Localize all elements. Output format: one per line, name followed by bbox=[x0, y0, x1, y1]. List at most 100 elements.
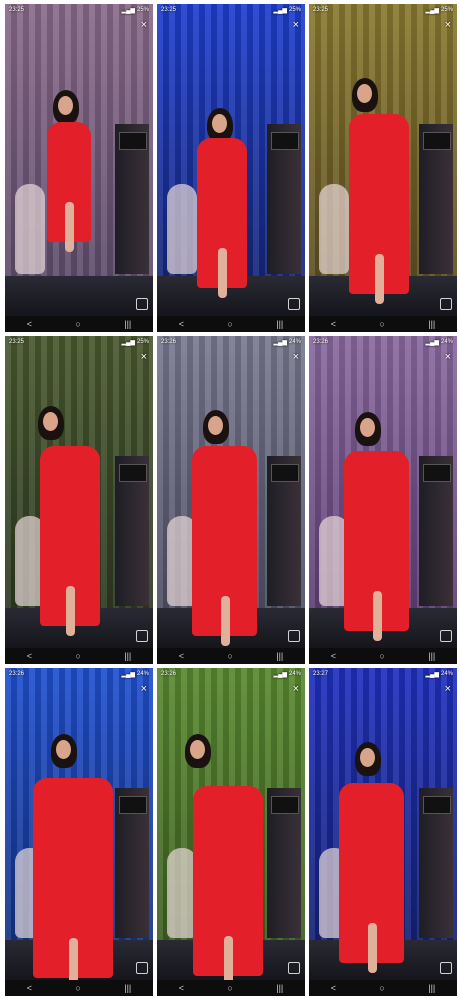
live-video-frame bbox=[157, 668, 305, 980]
floating-window-icon[interactable] bbox=[288, 962, 300, 974]
live-video-frame bbox=[309, 668, 457, 980]
recents-button[interactable]: ||| bbox=[276, 319, 283, 329]
performer-figure bbox=[157, 4, 305, 316]
close-icon[interactable]: × bbox=[141, 20, 147, 31]
home-button[interactable]: ○ bbox=[227, 651, 232, 661]
phone-screenshot: 23:25 ▂▄▆ 25% × < ○ ||| bbox=[309, 4, 457, 332]
home-button[interactable]: ○ bbox=[75, 319, 80, 329]
phone-screenshot: 23:26 ▂▄▆ 24% × < ○ ||| bbox=[157, 336, 305, 664]
live-video-frame bbox=[5, 668, 153, 980]
screenshot-grid: 23:25 ▂▄▆ 25% × < ○ ||| 23:25 ▂▄▆ 25% × < ○ ||| 23:25 ▂… bbox=[0, 0, 460, 999]
status-time: 23:25 bbox=[9, 7, 25, 13]
close-icon[interactable]: × bbox=[293, 20, 299, 31]
recents-button[interactable]: ||| bbox=[124, 983, 131, 993]
close-icon[interactable]: × bbox=[141, 352, 147, 363]
home-button[interactable]: ○ bbox=[379, 651, 384, 661]
recents-button[interactable]: ||| bbox=[124, 651, 131, 661]
status-time: 23:26 bbox=[313, 339, 329, 345]
battery-level: 25% bbox=[288, 7, 301, 13]
back-button[interactable]: < bbox=[179, 983, 184, 993]
home-button[interactable]: ○ bbox=[75, 651, 80, 661]
status-icons: ▂▄▆ 25% bbox=[122, 7, 150, 14]
home-button[interactable]: ○ bbox=[227, 319, 232, 329]
floating-window-icon[interactable] bbox=[136, 630, 148, 642]
status-time: 23:25 bbox=[313, 7, 329, 13]
home-button[interactable]: ○ bbox=[227, 983, 232, 993]
status-icons: ▂▄▆ 25% bbox=[122, 339, 150, 346]
back-button[interactable]: < bbox=[331, 651, 336, 661]
live-video-frame bbox=[157, 4, 305, 316]
live-video-frame bbox=[5, 336, 153, 648]
back-button[interactable]: < bbox=[179, 319, 184, 329]
face bbox=[56, 740, 71, 759]
signal-icon: ▂▄▆ bbox=[425, 7, 439, 14]
status-bar: 23:25 ▂▄▆ 25% bbox=[309, 4, 457, 16]
back-button[interactable]: < bbox=[179, 651, 184, 661]
phone-screenshot: 23:25 ▂▄▆ 25% × < ○ ||| bbox=[5, 4, 153, 332]
navigation-bar: < ○ ||| bbox=[309, 980, 457, 996]
live-video-frame bbox=[309, 336, 457, 648]
signal-icon: ▂▄▆ bbox=[121, 7, 135, 14]
leg bbox=[224, 936, 233, 980]
battery-level: 24% bbox=[440, 671, 453, 677]
status-icons: ▂▄▆ 24% bbox=[274, 339, 302, 346]
back-button[interactable]: < bbox=[27, 651, 32, 661]
phone-screenshot: 23:26 ▂▄▆ 24% × < ○ ||| bbox=[309, 336, 457, 664]
status-time: 23:26 bbox=[161, 339, 177, 345]
recents-button[interactable]: ||| bbox=[276, 983, 283, 993]
signal-icon: ▂▄▆ bbox=[121, 339, 135, 346]
face bbox=[212, 114, 227, 133]
face bbox=[43, 412, 58, 431]
floating-window-icon[interactable] bbox=[440, 962, 452, 974]
signal-icon: ▂▄▆ bbox=[121, 671, 135, 678]
status-bar: 23:26 ▂▄▆ 24% bbox=[157, 336, 305, 348]
recents-button[interactable]: ||| bbox=[428, 319, 435, 329]
home-button[interactable]: ○ bbox=[379, 983, 384, 993]
face bbox=[190, 740, 205, 759]
recents-button[interactable]: ||| bbox=[428, 983, 435, 993]
leg bbox=[218, 248, 227, 298]
leg bbox=[69, 938, 78, 980]
close-icon[interactable]: × bbox=[445, 352, 451, 363]
performer-figure bbox=[309, 4, 457, 316]
close-icon[interactable]: × bbox=[293, 684, 299, 695]
floating-window-icon[interactable] bbox=[440, 298, 452, 310]
recents-button[interactable]: ||| bbox=[276, 651, 283, 661]
back-button[interactable]: < bbox=[27, 319, 32, 329]
home-button[interactable]: ○ bbox=[379, 319, 384, 329]
status-bar: 23:26 ▂▄▆ 24% bbox=[157, 668, 305, 680]
floating-window-icon[interactable] bbox=[136, 962, 148, 974]
floating-window-icon[interactable] bbox=[440, 630, 452, 642]
navigation-bar: < ○ ||| bbox=[5, 316, 153, 332]
battery-level: 24% bbox=[136, 671, 149, 677]
back-button[interactable]: < bbox=[27, 983, 32, 993]
recents-button[interactable]: ||| bbox=[428, 651, 435, 661]
phone-screenshot: 23:25 ▂▄▆ 25% × < ○ ||| bbox=[5, 336, 153, 664]
status-time: 23:26 bbox=[9, 671, 25, 677]
close-icon[interactable]: × bbox=[141, 684, 147, 695]
leg bbox=[220, 596, 230, 646]
signal-icon: ▂▄▆ bbox=[273, 7, 287, 14]
recents-button[interactable]: ||| bbox=[124, 319, 131, 329]
battery-level: 25% bbox=[136, 7, 149, 13]
floating-window-icon[interactable] bbox=[136, 298, 148, 310]
floating-window-icon[interactable] bbox=[288, 298, 300, 310]
floating-window-icon[interactable] bbox=[288, 630, 300, 642]
status-icons: ▂▄▆ 24% bbox=[122, 671, 150, 678]
navigation-bar: < ○ ||| bbox=[5, 648, 153, 664]
navigation-bar: < ○ ||| bbox=[157, 648, 305, 664]
close-icon[interactable]: × bbox=[445, 20, 451, 31]
leg bbox=[66, 586, 75, 636]
status-icons: ▂▄▆ 24% bbox=[426, 671, 454, 678]
leg bbox=[367, 923, 377, 973]
home-button[interactable]: ○ bbox=[75, 983, 80, 993]
back-button[interactable]: < bbox=[331, 983, 336, 993]
status-bar: 23:26 ▂▄▆ 24% bbox=[5, 668, 153, 680]
back-button[interactable]: < bbox=[331, 319, 336, 329]
phone-screenshot: 23:27 ▂▄▆ 24% × < ○ ||| bbox=[309, 668, 457, 996]
close-icon[interactable]: × bbox=[445, 684, 451, 695]
signal-icon: ▂▄▆ bbox=[425, 671, 439, 678]
close-icon[interactable]: × bbox=[293, 352, 299, 363]
status-time: 23:26 bbox=[161, 671, 177, 677]
performer-figure bbox=[157, 668, 305, 980]
